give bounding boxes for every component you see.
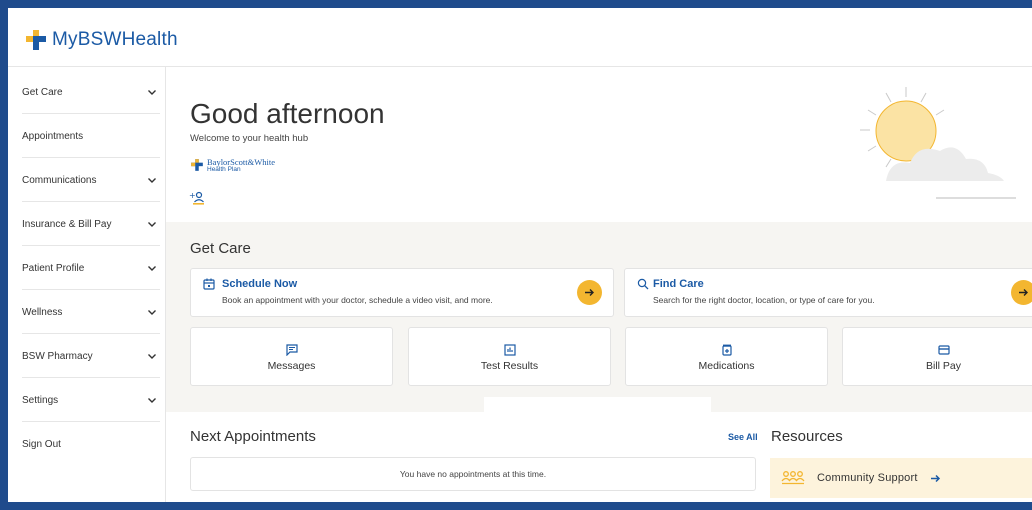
find-care-card[interactable]: Find Care Search for the right doctor, l… — [624, 268, 1032, 317]
sidebar-item-label: Communications — [22, 174, 97, 186]
schedule-now-arrow-button[interactable] — [577, 280, 602, 305]
schedule-now-card[interactable]: Schedule Now Book an appointment with yo… — [190, 268, 614, 317]
bsw-cross-icon — [26, 30, 46, 50]
message-icon — [285, 344, 298, 356]
next-appointments-section: Next Appointments See All You have no ap… — [166, 412, 762, 502]
sidebar-item-get-care[interactable]: Get Care — [8, 70, 166, 114]
calendar-icon — [203, 278, 215, 290]
add-person-button[interactable]: + — [189, 191, 205, 210]
sidebar-item-label: Patient Profile — [22, 262, 85, 274]
sidebar-item-wellness[interactable]: Wellness — [8, 290, 166, 334]
resources-section: Resources Community Support — [762, 412, 1032, 502]
arrow-right-icon — [585, 289, 594, 296]
community-support-label: Community Support — [817, 472, 918, 484]
sidebar: Get Care Appointments Communications Ins… — [8, 67, 166, 502]
greeting-subtitle: Welcome to your health hub — [190, 133, 309, 144]
sidebar-item-appointments[interactable]: Appointments — [8, 114, 166, 158]
sidebar-item-label: Settings — [22, 394, 59, 406]
sidebar-item-label: Get Care — [22, 86, 63, 98]
medications-label: Medications — [698, 360, 755, 372]
logo[interactable]: MyBSWHealth — [24, 28, 178, 52]
chart-icon — [503, 344, 516, 356]
sidebar-item-sign-out[interactable]: Sign Out — [8, 422, 166, 466]
plan-type: Health Plan — [207, 166, 241, 173]
see-all-link[interactable]: See All — [728, 432, 758, 442]
add-person-icon: + — [189, 191, 204, 205]
sidebar-item-label: Sign Out — [22, 438, 61, 450]
chevron-down-icon — [148, 90, 156, 95]
find-care-title: Find Care — [653, 278, 704, 290]
sidebar-item-label: Wellness — [22, 306, 63, 318]
app-window: MyBSWHealth Get Care Appointments Commun… — [8, 8, 1032, 502]
greeting-section: Good afternoon Welcome to your health hu… — [166, 67, 1032, 222]
bill-pay-tile[interactable]: Bill Pay — [842, 327, 1032, 386]
sidebar-item-insurance-bill-pay[interactable]: Insurance & Bill Pay — [8, 202, 166, 246]
health-plan-logo: BaylorScott&White Health Plan — [190, 158, 275, 174]
messages-label: Messages — [267, 360, 316, 372]
header: MyBSWHealth — [8, 8, 1032, 67]
test-results-label: Test Results — [480, 360, 539, 372]
search-icon — [637, 278, 649, 290]
arrow-right-icon — [1019, 289, 1028, 296]
sun-cloud-illustration — [860, 87, 1016, 199]
sidebar-item-patient-profile[interactable]: Patient Profile — [8, 246, 166, 290]
medication-icon — [721, 344, 732, 356]
find-care-description: Search for the right doctor, location, o… — [653, 295, 875, 305]
sidebar-item-label: Appointments — [22, 130, 84, 142]
svg-text:+: + — [189, 191, 196, 200]
get-care-section: Get Care Schedule Now Book an appointmen… — [166, 222, 1032, 412]
plan-name: BaylorScott&White — [207, 157, 275, 167]
chevron-down-icon — [148, 266, 156, 271]
chevron-down-icon — [148, 398, 156, 403]
sidebar-item-bsw-pharmacy[interactable]: BSW Pharmacy — [8, 334, 166, 378]
bill-pay-label: Bill Pay — [925, 360, 961, 372]
sidebar-item-label: Insurance & Bill Pay — [22, 218, 112, 230]
next-appointments-title: Next Appointments — [190, 428, 316, 445]
greeting-title: Good afternoon — [190, 98, 385, 129]
chevron-down-icon — [148, 354, 156, 359]
sidebar-item-label: BSW Pharmacy — [22, 350, 93, 362]
chevron-down-icon — [148, 178, 156, 183]
get-care-title: Get Care — [190, 240, 251, 257]
chevron-down-icon — [148, 310, 156, 315]
medications-tile[interactable]: Medications — [625, 327, 828, 386]
logo-text: MyBSWHealth — [52, 29, 178, 50]
sidebar-item-settings[interactable]: Settings — [8, 378, 166, 422]
community-support-card[interactable]: Community Support — [770, 458, 1032, 498]
credit-card-icon — [937, 345, 950, 355]
test-results-tile[interactable]: Test Results — [408, 327, 611, 386]
people-group-icon — [781, 471, 805, 485]
messages-tile[interactable]: Messages — [190, 327, 393, 386]
bsw-cross-icon — [191, 159, 203, 171]
arrow-right-icon — [930, 474, 940, 482]
schedule-now-title: Schedule Now — [222, 278, 298, 290]
appointments-empty-message: You have no appointments at this time. — [399, 469, 547, 479]
chevron-down-icon — [148, 222, 156, 227]
sidebar-item-communications[interactable]: Communications — [8, 158, 166, 202]
resources-title: Resources — [771, 428, 843, 445]
schedule-now-description: Book an appointment with your doctor, sc… — [222, 295, 493, 305]
appointments-empty-card: You have no appointments at this time. — [190, 457, 756, 491]
find-care-arrow-button[interactable] — [1011, 280, 1032, 305]
